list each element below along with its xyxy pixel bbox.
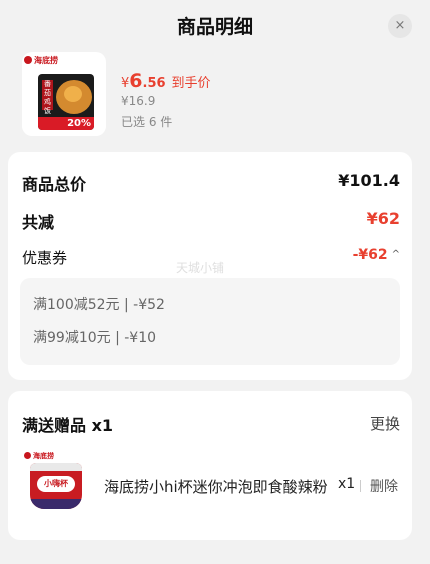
coupon-value[interactable]: -¥62 ^	[353, 247, 400, 263]
package-badge: 20%	[38, 117, 94, 130]
header: 商品明细 ×	[0, 0, 430, 50]
total-row: 商品总价 ¥101.4	[22, 171, 400, 194]
watermark: 天城小铺	[176, 261, 225, 275]
package-tag: 番茄鸡饭	[42, 80, 53, 115]
brand-logo: 海底捞	[24, 451, 54, 461]
discount-row: 共减 ¥62	[22, 209, 400, 232]
product-image: 海底捞 番茄鸡饭 20%	[22, 52, 106, 136]
cup-logo: 小嗨杯	[37, 476, 75, 492]
selected-count: 已选 6 件	[121, 115, 173, 129]
divider	[360, 480, 361, 492]
cup-graphic: 小嗨杯	[30, 463, 82, 509]
gift-name: 海底捞小hi杯迷你冲泡即食酸辣粉	[104, 478, 328, 496]
price-breakdown-card: 商品总价 ¥101.4 共减 ¥62 优惠券 -¥62 ^ 天城小铺 满100减5…	[8, 152, 412, 380]
page-title: 商品明细	[176, 16, 253, 38]
price-note: 到手价	[171, 76, 211, 91]
gift-quantity: x1	[338, 476, 356, 492]
total-label: 商品总价	[22, 175, 87, 194]
gift-title: 满送赠品 x1	[22, 416, 114, 435]
change-gift-button[interactable]: 更换	[370, 413, 400, 434]
coupon-item: 满99减10元 | -¥10	[33, 330, 157, 346]
coupon-list: 满100减52元 | -¥52 满99减10元 | -¥10	[20, 278, 400, 365]
coupon-item: 满100减52元 | -¥52	[33, 297, 165, 313]
gift-image: 海底捞 小嗨杯	[22, 449, 90, 517]
coupon-label: 优惠券	[22, 249, 68, 267]
discount-value: ¥62	[366, 209, 400, 228]
delete-gift-button[interactable]: 删除	[370, 476, 398, 496]
total-value: ¥101.4	[338, 171, 400, 190]
product-summary: 海底捞 番茄鸡饭 20% ¥6.56 到手价 ¥16.9 已选 6 件	[0, 50, 430, 145]
discount-label: 共减	[22, 213, 55, 232]
package-graphic: 番茄鸡饭 20%	[38, 74, 94, 130]
close-icon[interactable]: ×	[388, 14, 412, 38]
gift-card: 满送赠品 x1 更换 海底捞 小嗨杯 海底捞小hi杯迷你冲泡即食酸辣粉 x1 删…	[8, 391, 412, 540]
brand-logo: 海底捞	[24, 55, 58, 66]
chevron-up-icon[interactable]: ^	[392, 249, 400, 260]
original-price: ¥16.9	[121, 94, 156, 108]
final-price: ¥6.56 到手价	[121, 70, 211, 92]
